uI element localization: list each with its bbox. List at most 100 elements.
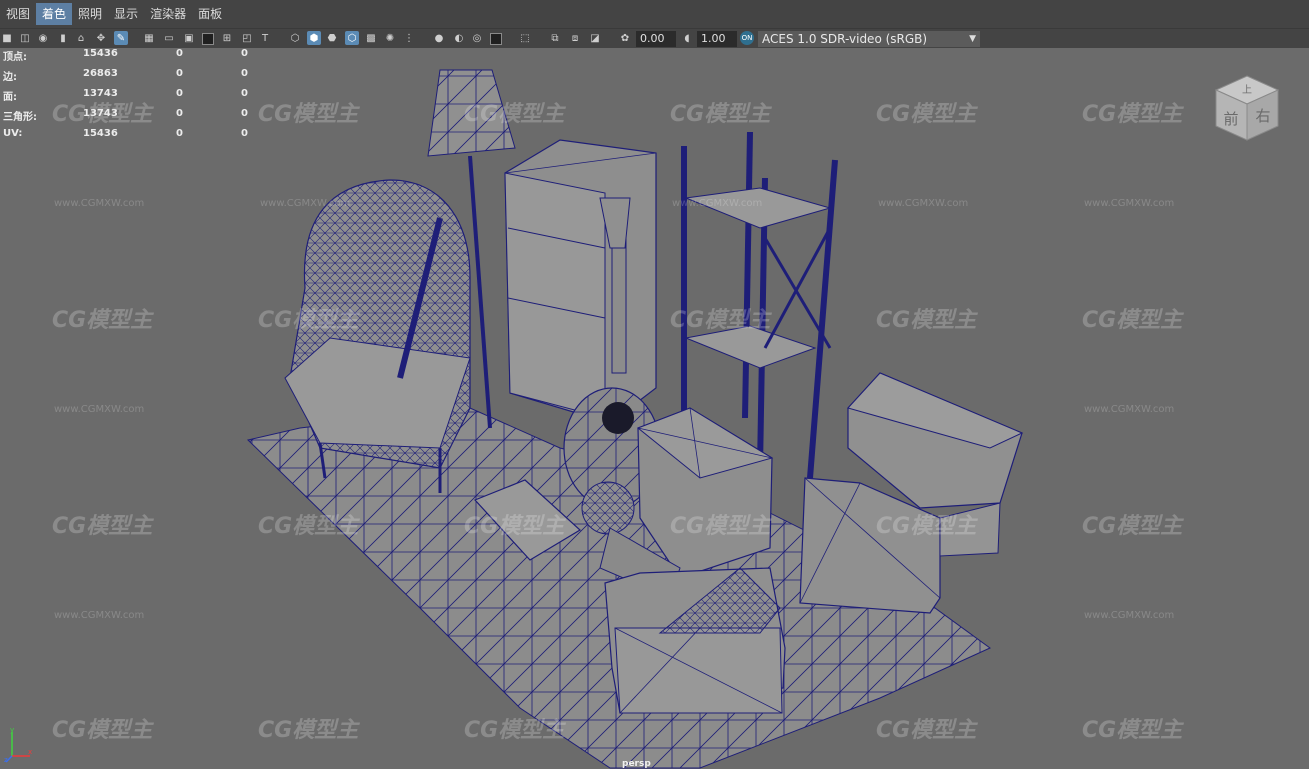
bookmark-icon[interactable]: ▮ (56, 31, 70, 45)
hud-value: 15436 (83, 128, 118, 139)
watermark-logo: CG模型主 (1082, 718, 1183, 743)
watermark-logo: CG模型主 (876, 308, 977, 333)
watermark-url: www.CGMXW.com (54, 404, 145, 415)
watermark-url: www.CGMXW.com (54, 610, 145, 621)
hud-row-edges: 边: 26863 0 0 (3, 68, 253, 88)
camera-attributes-icon[interactable]: ◫ (18, 31, 32, 45)
front-box-mesh (604, 567, 786, 714)
panel-toolbar: ■ ◫ ◉ ▮ ⌂ ✥ ✎ ▦ ▭ ▣ ⊞ ◰ T ⬡ ⬢ ⬣ ⬡ ▩ ✺ ⋮ … (0, 28, 1309, 49)
safe-action-icon[interactable]: ◰ (240, 31, 254, 45)
watermark-url: www.CGMXW.com (878, 198, 969, 209)
watermark-logo: CG模型主 (464, 514, 565, 539)
watermark-logo: CG模型主 (464, 102, 565, 127)
watermark-logo: CG模型主 (258, 102, 359, 127)
anti-aliasing-icon[interactable]: ◎ (470, 31, 484, 45)
hud-value: 13743 (83, 88, 118, 99)
grease-pencil-icon[interactable]: ✎ (114, 31, 128, 45)
hud-row-uvs: UV: 15436 0 0 (3, 128, 253, 148)
depth-of-field-icon[interactable] (490, 33, 502, 45)
hud-value: 0 (241, 48, 248, 59)
watermark-logo: CG模型主 (258, 514, 359, 539)
watermark-logo: CG模型主 (464, 718, 565, 743)
default-material-icon[interactable]: ⬣ (325, 31, 339, 45)
watermark-logo: CG模型主 (258, 718, 359, 743)
exposure-icon[interactable]: ✿ (618, 31, 632, 45)
shadows-icon[interactable]: ⋮ (402, 31, 416, 45)
axis-gizmo-icon: y x z (4, 726, 32, 764)
film-gate-icon[interactable]: ▭ (162, 31, 176, 45)
xray-joints-icon[interactable]: ⧈ (568, 31, 582, 45)
isolate-select-icon[interactable]: ⬚ (518, 31, 532, 45)
hud-value: 0 (176, 128, 183, 139)
hud-value: 0 (176, 88, 183, 99)
resolution-gate-icon[interactable]: ▣ (182, 31, 196, 45)
hud-value: 0 (241, 128, 248, 139)
panel-menu-bar: 视图 着色 照明 显示 渲染器 面板 (0, 0, 1309, 28)
xray-icon[interactable]: ⧉ (548, 31, 562, 45)
textured-icon[interactable]: ▩ (364, 31, 378, 45)
field-chart-icon[interactable]: ⊞ (220, 31, 234, 45)
hud-label: 三角形: (3, 112, 37, 123)
hud-value: 13743 (83, 108, 118, 119)
viewport-persp[interactable]: CG模型主 CG模型主 CG模型主 CG模型主 CG模型主 CG模型主 www.… (0, 48, 1309, 769)
camera-select-icon[interactable]: ■ (0, 31, 14, 45)
watermark-url: www.CGMXW.com (1084, 610, 1175, 621)
menu-panels[interactable]: 面板 (192, 3, 228, 25)
watermark-logo: CG模型主 (52, 308, 153, 333)
use-all-lights-icon[interactable]: ✺ (383, 31, 397, 45)
viewcube-front-label: 前 (1223, 110, 1238, 128)
viewcube-right-label: 右 (1255, 107, 1270, 125)
watermark-logo: CG模型主 (876, 718, 977, 743)
motion-blur-icon[interactable]: ◐ (452, 31, 466, 45)
bookmark-camera-icon[interactable]: ◉ (36, 31, 50, 45)
hud-value: 0 (176, 48, 183, 59)
menu-renderer[interactable]: 渲染器 (144, 3, 192, 25)
filing-cabinet-mesh (504, 139, 657, 424)
hud-label: 顶点: (3, 52, 27, 63)
image-plane-icon[interactable]: ⌂ (74, 31, 88, 45)
watermark-logo: CG模型主 (876, 514, 977, 539)
axis-z-label: z (4, 756, 8, 764)
watermark-logo: CG模型主 (1082, 102, 1183, 127)
menu-lighting[interactable]: 照明 (72, 3, 108, 25)
viewcube[interactable]: 上 前 右 (1212, 74, 1282, 144)
screen-space-ao-icon[interactable]: ● (432, 31, 446, 45)
menu-view[interactable]: 视图 (0, 3, 36, 25)
view-transform-value: ACES 1.0 SDR-video (sRGB) (762, 32, 928, 46)
watermark-logo: CG模型主 (876, 102, 977, 127)
hud-value: 0 (241, 88, 248, 99)
gate-mask-icon[interactable] (202, 33, 214, 45)
xray-components-icon[interactable]: ◪ (588, 31, 602, 45)
viewcube-top-label: 上 (1242, 84, 1252, 96)
hud-row-triangles: 三角形: 13743 0 0 (3, 108, 253, 128)
menu-shading[interactable]: 着色 (36, 3, 73, 25)
watermark-logo: CG模型主 (670, 514, 771, 539)
chevron-down-icon: ▼ (969, 34, 976, 44)
color-management-toggle-icon[interactable]: ON (740, 31, 754, 45)
2d-pan-zoom-icon[interactable]: ✥ (94, 31, 108, 45)
safe-title-icon[interactable]: T (258, 31, 272, 45)
gamma-field[interactable]: 1.00 (697, 31, 737, 47)
smooth-shade-icon[interactable]: ⬢ (307, 31, 321, 45)
axis-x-label: x (28, 748, 32, 756)
watermark-url: www.CGMXW.com (1084, 198, 1175, 209)
watermark-url: www.CGMXW.com (1084, 404, 1175, 415)
hud-value: 0 (176, 68, 183, 79)
watermark-url: www.CGMXW.com (260, 198, 351, 209)
watermark-url: www.CGMXW.com (672, 198, 763, 209)
wireframe-icon[interactable]: ⬡ (288, 31, 302, 45)
grid-icon[interactable]: ▦ (142, 31, 156, 45)
wireframe-on-shaded-icon[interactable]: ⬡ (345, 31, 359, 45)
watermark-logo: CG模型主 (670, 308, 771, 333)
camera-name-label: persp (622, 759, 651, 769)
hud-value: 0 (176, 108, 183, 119)
watermark-logo: CG模型主 (1082, 308, 1183, 333)
axis-y-label: y (10, 726, 14, 734)
menu-show[interactable]: 显示 (108, 3, 144, 25)
hud-label: UV: (3, 128, 23, 139)
gamma-icon[interactable]: ◖ (680, 31, 694, 45)
hud-value: 0 (241, 108, 248, 119)
exposure-field[interactable]: 0.00 (636, 31, 676, 47)
hud-label: 面: (3, 92, 17, 103)
view-transform-dropdown[interactable]: ACES 1.0 SDR-video (sRGB) ▼ (758, 31, 980, 47)
